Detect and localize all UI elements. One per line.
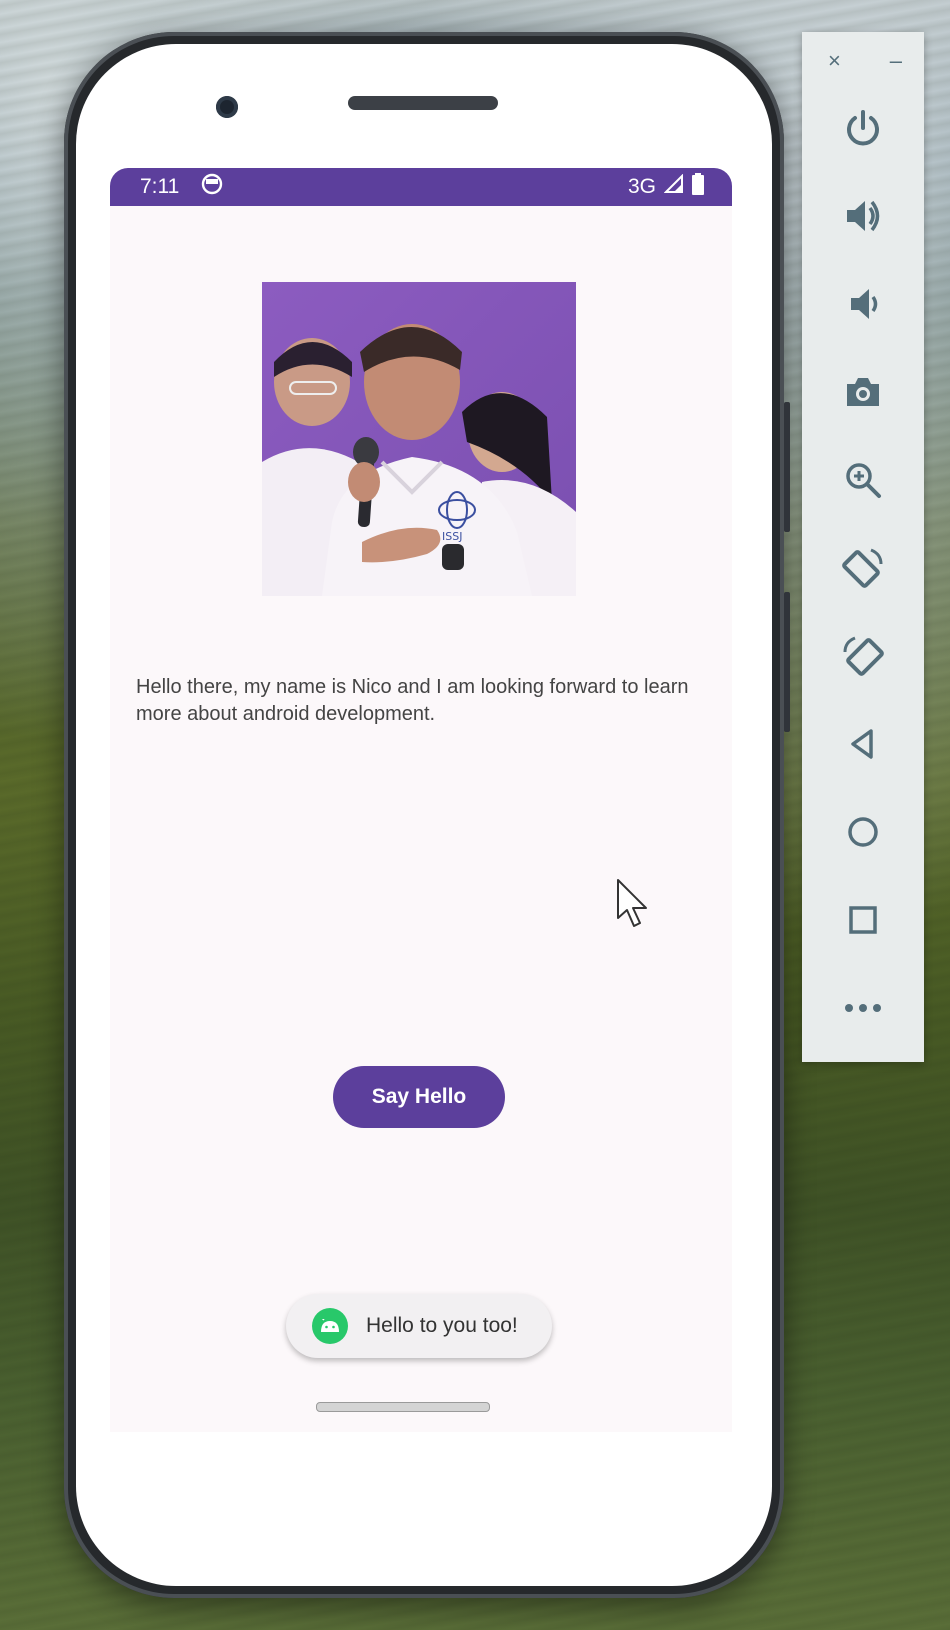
- toast-message: Hello to you too!: [286, 1294, 552, 1358]
- emulator-toolbar: × –: [802, 32, 924, 1062]
- overview-icon[interactable]: [837, 894, 889, 946]
- front-camera: [216, 96, 238, 118]
- phone-bezel: 7:11 3G ISSJ Hello there, my name is Nic…: [76, 44, 772, 1586]
- rotate-right-icon[interactable]: [837, 630, 889, 682]
- phone-volume-side-button: [784, 592, 790, 732]
- android-head-icon: [201, 173, 223, 201]
- battery-icon: [692, 173, 704, 201]
- volume-down-icon[interactable]: [837, 278, 889, 330]
- status-bar: 7:11 3G: [110, 168, 732, 206]
- cell-signal-icon: [663, 173, 684, 200]
- phone-frame: 7:11 3G ISSJ Hello there, my name is Nic…: [64, 32, 790, 1598]
- profile-photo: ISSJ: [262, 282, 576, 596]
- power-icon[interactable]: [837, 102, 889, 154]
- back-icon[interactable]: [837, 718, 889, 770]
- earpiece-speaker: [348, 96, 498, 110]
- network-type: 3G: [627, 175, 656, 198]
- mouse-cursor-icon: [616, 878, 652, 937]
- close-icon[interactable]: ×: [828, 48, 841, 78]
- camera-icon[interactable]: [837, 366, 889, 418]
- rotate-left-icon[interactable]: [837, 542, 889, 594]
- zoom-icon[interactable]: [837, 454, 889, 506]
- gesture-nav-handle[interactable]: [316, 1402, 490, 1412]
- say-hello-button[interactable]: Say Hello: [333, 1066, 505, 1128]
- more-icon[interactable]: [837, 982, 889, 1034]
- android-robot-icon: [312, 1308, 348, 1344]
- minimize-icon[interactable]: –: [890, 48, 902, 78]
- status-time: 7:11: [140, 175, 180, 198]
- bio-text: Hello there, my name is Nico and I am lo…: [136, 676, 689, 725]
- phone-power-side-button: [784, 402, 790, 532]
- home-icon[interactable]: [837, 806, 889, 858]
- app-screen: 7:11 3G ISSJ Hello there, my name is Nic…: [110, 168, 732, 1432]
- svg-text:ISSJ: ISSJ: [442, 530, 462, 543]
- toast-text: Hello to you too!: [366, 1314, 518, 1337]
- volume-up-icon[interactable]: [837, 190, 889, 242]
